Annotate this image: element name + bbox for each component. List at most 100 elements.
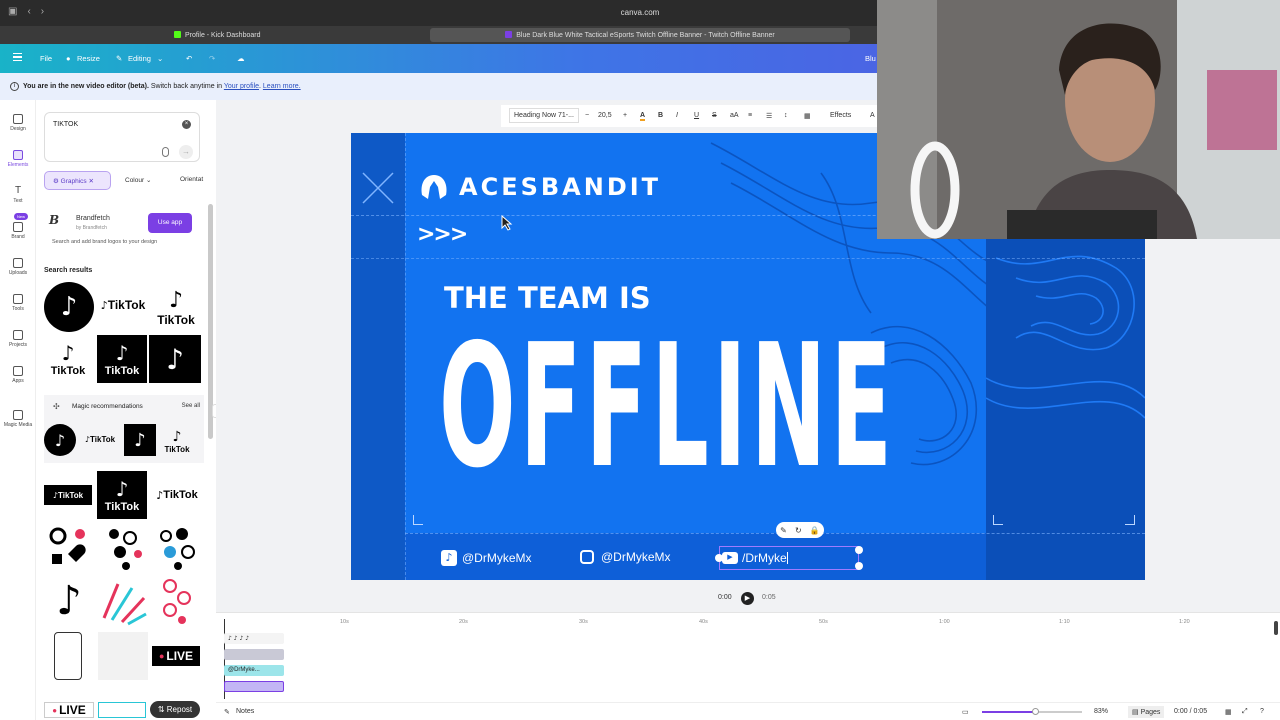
rail-tools[interactable]: Tools [0, 294, 36, 312]
resize-handle[interactable] [855, 562, 863, 570]
chip-graphics[interactable]: ⚙ Graphics ✕ [44, 171, 111, 190]
timeline-scrollbar[interactable] [1274, 621, 1278, 635]
social-hearts-sticker[interactable] [46, 524, 92, 572]
rail-uploads[interactable]: Uploads [0, 258, 36, 276]
back-icon[interactable]: ‹ [27, 6, 30, 17]
bold-icon[interactable]: B [658, 112, 663, 119]
cyan-frame-sticker[interactable] [98, 702, 146, 718]
timeline-track-graphics[interactable]: ♪ ♪ ♪ ♪ [224, 633, 284, 644]
effects-button[interactable]: Effects [830, 112, 851, 119]
see-all-link[interactable]: See all [182, 403, 200, 409]
align-icon[interactable]: ≡ [748, 112, 752, 119]
text-color-icon[interactable]: A [640, 112, 646, 121]
forward-icon[interactable]: › [41, 6, 44, 17]
tiktok-black-icon-logo[interactable]: ♪ [124, 424, 156, 456]
search-input[interactable]: TIKTOK × → [44, 112, 200, 162]
zoom-slider-thumb[interactable] [1032, 708, 1039, 715]
tiktok-stacked-logo[interactable]: ♪ TikTok [158, 423, 196, 459]
zoom-slider[interactable] [982, 708, 1082, 715]
underline-icon[interactable]: U [694, 112, 699, 119]
rail-projects[interactable]: Projects [0, 330, 36, 348]
resize-handle[interactable] [715, 554, 723, 562]
tiktok-wordmark-logo[interactable]: ♪ TikTok [96, 296, 150, 314]
timeline-track-text[interactable]: @DrMyke... [224, 665, 284, 676]
burst-lines-sticker[interactable] [98, 578, 148, 626]
tiktok-stacked-logo[interactable]: ♪ TikTok [44, 336, 92, 382]
font-size-decrease[interactable]: − [585, 112, 589, 119]
redo-icon[interactable]: ↷ [209, 54, 215, 63]
chip-orientation[interactable]: Orientat [172, 171, 212, 190]
notes-button[interactable]: Notes [236, 708, 254, 715]
learn-more-link[interactable]: Learn more. [263, 83, 301, 90]
social-icons-sticker[interactable] [102, 524, 148, 572]
chevron-down-icon[interactable]: ⌄ [157, 54, 163, 63]
menu-icon[interactable] [13, 53, 22, 62]
sidebar-toggle-icon[interactable]: ▣ [8, 6, 17, 17]
play-button[interactable]: ▶ [741, 592, 754, 605]
undo-icon[interactable]: ↶ [186, 54, 192, 63]
lock-icon[interactable]: 🔒 [810, 526, 820, 535]
help-icon[interactable]: ? [1260, 708, 1264, 715]
clear-search-icon[interactable]: × [182, 120, 191, 129]
list-icon[interactable]: ☰ [766, 112, 772, 120]
rail-brand[interactable]: Brand [0, 222, 36, 240]
tiktok-note-large[interactable]: ♪ [46, 576, 92, 626]
grid-view-icon[interactable]: ▦ [1225, 708, 1232, 716]
tiktok-circle-logo[interactable]: ♪ [44, 424, 76, 456]
rail-magic-media[interactable]: Magic Media [0, 410, 36, 428]
tiktok-black-square-logo[interactable]: ♪ TikTok [97, 471, 147, 519]
rail-elements[interactable]: Elements [0, 150, 36, 168]
tiktok-black-icon-logo[interactable]: ♪ [149, 335, 201, 383]
display-icon[interactable]: ▭ [962, 708, 969, 716]
phone-frame-sticker[interactable] [54, 632, 82, 680]
file-menu[interactable]: File [40, 54, 52, 63]
rail-design[interactable]: Design [0, 114, 36, 132]
editing-mode-button[interactable]: Editing [128, 54, 151, 63]
browser-tab-canva[interactable]: Blue Dark Blue White Tactical eSports Tw… [430, 28, 850, 42]
resize-handle[interactable] [855, 546, 863, 554]
font-size-input[interactable]: 20,5 [598, 112, 612, 119]
pink-hearts-sticker[interactable] [154, 576, 200, 626]
notes-icon[interactable]: ✎ [224, 708, 230, 716]
resize-button[interactable]: Resize [77, 54, 100, 63]
browser-tab-kick[interactable]: Profile - Kick Dashboard [166, 28, 416, 42]
spacing-icon[interactable]: ↕ [784, 112, 788, 119]
transparency-icon[interactable]: ▦ [804, 112, 811, 120]
rail-apps[interactable]: Apps [0, 366, 36, 384]
fullscreen-icon[interactable]: ⤢ [1242, 708, 1248, 716]
placeholder-tile[interactable] [98, 632, 148, 680]
social-instagram[interactable]: @DrMykeMx [580, 550, 671, 564]
rotate-icon[interactable]: ↻ [795, 526, 802, 535]
live-badge-sticker[interactable]: ● LIVE [152, 646, 200, 666]
timeline-track-shape[interactable] [224, 649, 284, 660]
font-family-select[interactable]: Heading Now 71-... [509, 108, 579, 123]
zoom-level[interactable]: 83% [1094, 708, 1108, 715]
repost-button[interactable]: ⇅ Repost [150, 701, 200, 718]
magic-edit-icon[interactable]: ✎ [780, 526, 787, 535]
tiktok-black-banner-logo[interactable]: ♪ TikTok [44, 485, 92, 505]
use-app-button[interactable]: Use app [148, 213, 192, 233]
headline-large[interactable]: OFFLINE [439, 317, 896, 497]
live-outline-sticker[interactable]: ● LIVE [44, 702, 94, 718]
design-title[interactable]: Blu [865, 54, 876, 63]
tiktok-stacked-logo[interactable]: ♪ TikTok [150, 282, 202, 332]
letter-case-icon[interactable]: aA [730, 112, 739, 119]
font-size-increase[interactable]: + [623, 112, 627, 119]
italic-icon[interactable]: I [676, 112, 678, 119]
animate-button[interactable]: A [870, 112, 875, 119]
timeline-track-selected[interactable] [224, 681, 284, 692]
social-reactions-sticker[interactable] [154, 524, 200, 572]
tiktok-circle-logo[interactable]: ♪ [44, 282, 94, 332]
social-tiktok[interactable]: ♪ @DrMykeMx [441, 550, 532, 566]
address-bar[interactable]: canva.com [600, 8, 680, 17]
rail-text[interactable]: T Text [0, 186, 36, 205]
pages-button[interactable]: ▤ Pages [1128, 706, 1165, 718]
tiktok-black-square-logo[interactable]: ♪ TikTok [97, 335, 147, 383]
chip-colour[interactable]: Colour ⌄ [117, 171, 167, 190]
search-submit-icon[interactable]: → [179, 145, 193, 159]
your-profile-link[interactable]: Your profile [224, 83, 259, 90]
social-youtube-selected[interactable]: ▶ /DrMyke [719, 546, 859, 570]
tiktok-wordmark-logo[interactable]: ♪ TikTok [150, 486, 204, 504]
tiktok-wordmark-logo[interactable]: ♪ TikTok [78, 431, 122, 447]
strikethrough-icon[interactable]: S [712, 112, 717, 119]
